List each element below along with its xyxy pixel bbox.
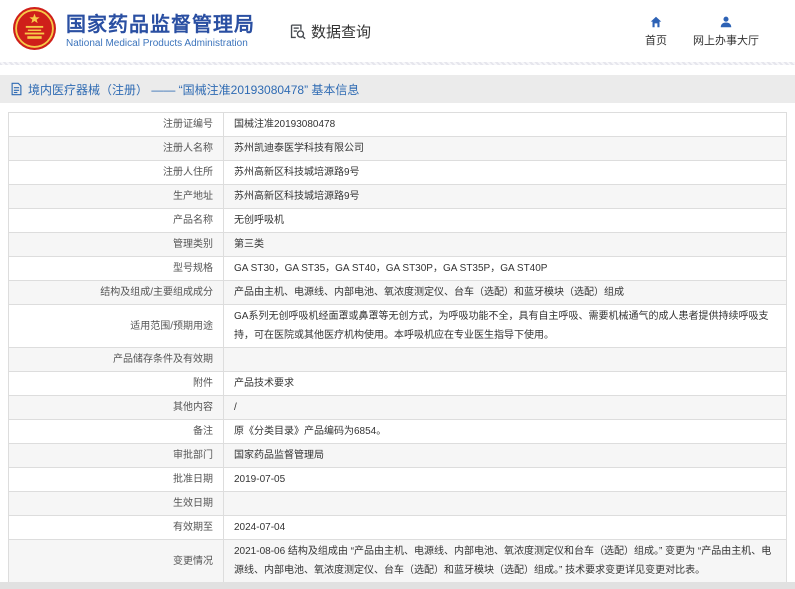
table-row: 适用范围/预期用途GA系列无创呼吸机经面罩或鼻罩等无创方式，为呼吸功能不全，具有… [9,305,787,348]
detail-table-body: 注册证编号国械注准20193080478注册人名称苏州凯迪泰医学科技有限公司注册… [9,113,787,589]
table-row: 生效日期 [9,492,787,516]
row-label: 附件 [9,372,224,396]
table-row: 注册人住所苏州高新区科技城培源路9号 [9,161,787,185]
nav-home[interactable]: 首页 [645,15,667,48]
nav-service-hall[interactable]: 网上办事大厅 [693,15,759,48]
row-value: 原《分类目录》产品编码为6854。 [224,420,787,444]
table-row: 注册证编号国械注准20193080478 [9,113,787,137]
row-label: 结构及组成/主要组成成分 [9,281,224,305]
org-title-en: National Medical Products Administration [66,38,255,49]
site-header: 国家药品监督管理局 National Medical Products Admi… [0,0,795,62]
row-value: GA系列无创呼吸机经面罩或鼻罩等无创方式，为呼吸功能不全，具有自主呼吸、需要机械… [224,305,787,348]
nav-service-hall-label: 网上办事大厅 [693,32,759,48]
home-icon [649,15,663,29]
row-label: 产品储存条件及有效期 [9,348,224,372]
row-value [224,492,787,516]
table-row: 结构及组成/主要组成成分产品由主机、电源线、内部电池、氧浓度测定仪、台车（选配）… [9,281,787,305]
document-search-icon [289,23,306,40]
row-value: 无创呼吸机 [224,209,787,233]
org-title-zh: 国家药品监督管理局 [66,14,255,36]
row-label: 注册证编号 [9,113,224,137]
page: 国家药品监督管理局 National Medical Products Admi… [0,0,795,589]
nav-data-query[interactable]: 数据查询 [289,21,371,42]
row-value: 2024-07-04 [224,516,787,540]
row-value: 国械注准20193080478 [224,113,787,137]
row-label: 适用范围/预期用途 [9,305,224,348]
row-label: 变更情况 [9,540,224,583]
row-value: 2019-07-05 [224,468,787,492]
row-label: 批准日期 [9,468,224,492]
row-value: / [224,396,787,420]
table-row: 生产地址苏州高新区科技城培源路9号 [9,185,787,209]
nav-data-query-label: 数据查询 [311,21,371,42]
row-label: 管理类别 [9,233,224,257]
table-row: 附件产品技术要求 [9,372,787,396]
table-row: 变更情况2021-08-06 结构及组成由 “产品由主机、电源线、内部电池、氧浓… [9,540,787,583]
row-label: 产品名称 [9,209,224,233]
table-row: 审批部门国家药品监督管理局 [9,444,787,468]
document-icon [10,82,23,96]
table-row: 管理类别第三类 [9,233,787,257]
row-value: 第三类 [224,233,787,257]
national-emblem-logo [12,6,57,56]
row-value: 2021-08-06 结构及组成由 “产品由主机、电源线、内部电池、氧浓度测定仪… [224,540,787,583]
table-row: 批准日期2019-07-05 [9,468,787,492]
person-icon [719,15,733,29]
footer-bar [0,582,795,589]
row-value: 产品由主机、电源线、内部电池、氧浓度测定仪、台车（选配）和蓝牙模块（选配）组成 [224,281,787,305]
table-row: 产品储存条件及有效期 [9,348,787,372]
table-row: 其他内容/ [9,396,787,420]
row-value: 苏州凯迪泰医学科技有限公司 [224,137,787,161]
header-separator [0,62,795,65]
row-value [224,348,787,372]
table-row: 有效期至2024-07-04 [9,516,787,540]
row-label: 生效日期 [9,492,224,516]
top-nav: 首页 网上办事大厅 [645,15,759,48]
breadcrumb-text: 境内医疗器械（注册） —— “国械注准20193080478” 基本信息 [28,81,359,98]
table-row: 产品名称无创呼吸机 [9,209,787,233]
row-label: 注册人名称 [9,137,224,161]
org-title-block: 国家药品监督管理局 National Medical Products Admi… [66,14,255,49]
row-label: 其他内容 [9,396,224,420]
row-label: 型号规格 [9,257,224,281]
row-label: 注册人住所 [9,161,224,185]
row-value: 产品技术要求 [224,372,787,396]
row-label: 审批部门 [9,444,224,468]
row-value: 国家药品监督管理局 [224,444,787,468]
row-label: 备注 [9,420,224,444]
table-row: 注册人名称苏州凯迪泰医学科技有限公司 [9,137,787,161]
breadcrumb: 境内医疗器械（注册） —— “国械注准20193080478” 基本信息 [0,75,795,103]
row-value: GA ST30，GA ST35，GA ST40，GA ST30P，GA ST35… [224,257,787,281]
detail-table: 注册证编号国械注准20193080478注册人名称苏州凯迪泰医学科技有限公司注册… [8,112,787,589]
nav-home-label: 首页 [645,32,667,48]
row-value: 苏州高新区科技城培源路9号 [224,185,787,209]
table-row: 备注原《分类目录》产品编码为6854。 [9,420,787,444]
row-value: 苏州高新区科技城培源路9号 [224,161,787,185]
row-label: 生产地址 [9,185,224,209]
table-row: 型号规格GA ST30，GA ST35，GA ST40，GA ST30P，GA … [9,257,787,281]
row-label: 有效期至 [9,516,224,540]
